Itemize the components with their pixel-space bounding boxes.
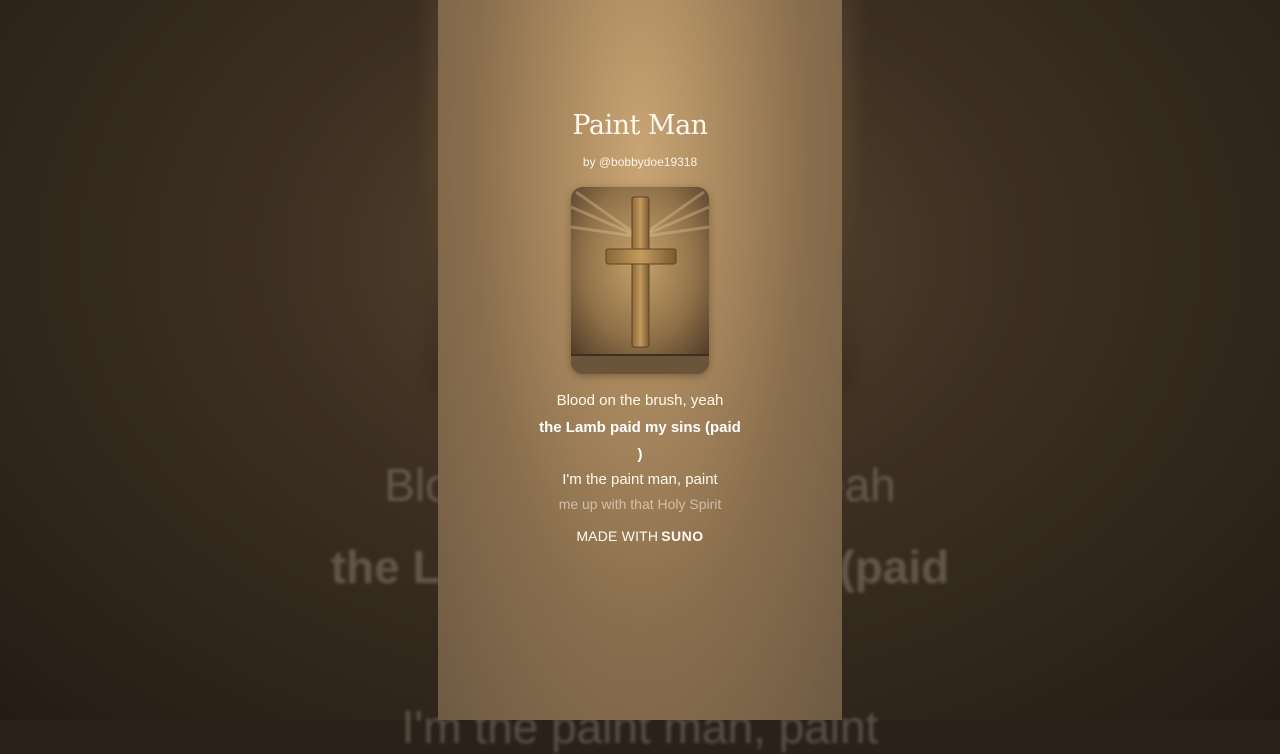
lyric-line-current: the Lamb paid my sins (paid xyxy=(539,419,741,436)
cross-icon xyxy=(571,187,709,374)
lyric-line-upcoming: me up with that Holy Spirit xyxy=(558,496,722,512)
lyrics-block: Blood on the brush, yeah the Lamb paid m… xyxy=(438,388,842,517)
cover-artwork xyxy=(571,187,709,374)
made-with-label: MADE WITH xyxy=(576,528,659,544)
made-with-suno-badge[interactable]: MADE WITH SUNO xyxy=(438,528,842,544)
suno-brand: SUNO xyxy=(661,528,704,544)
lyric-line-current-cont: ) xyxy=(637,446,643,463)
lyric-line: Blood on the brush, yeah xyxy=(556,392,724,409)
lyric-line: I'm the paint man, paint xyxy=(562,471,718,488)
artist-byline[interactable]: by @bobbydoe19318 xyxy=(438,155,842,169)
song-title: Paint Man xyxy=(572,110,708,141)
song-panel: Paint Man by @bobbydoe19318 Blood on the… xyxy=(438,0,842,720)
